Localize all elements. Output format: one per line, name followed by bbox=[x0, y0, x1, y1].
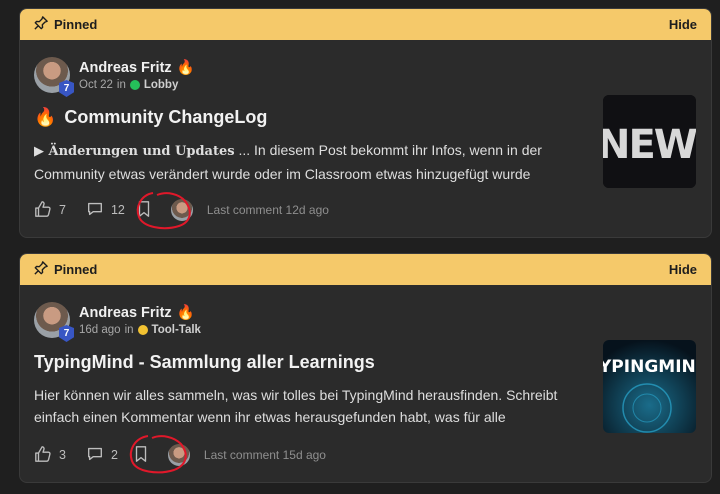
fire-icon: 🔥 bbox=[34, 107, 57, 127]
level-badge: 7 bbox=[59, 80, 74, 97]
post-title[interactable]: 🔥 Community ChangeLog bbox=[34, 107, 267, 128]
last-comment: Last comment 12d ago bbox=[206, 203, 329, 217]
author-name[interactable]: Andreas Fritz bbox=[79, 60, 172, 76]
pinned-bar: Pinned Hide bbox=[20, 254, 711, 285]
post-date: Oct 22 bbox=[79, 79, 113, 91]
post-title-text[interactable]: Community ChangeLog bbox=[64, 107, 267, 128]
post-card[interactable]: Pinned Hide 7 Andreas Fritz 🔥 16d ago in… bbox=[19, 253, 712, 483]
like-button[interactable]: 7 bbox=[34, 200, 66, 221]
avatar[interactable]: 7 bbox=[34, 302, 74, 342]
fire-icon: 🔥 bbox=[176, 305, 195, 321]
post-card[interactable]: Pinned Hide 7 Andreas Fritz 🔥 Oct 22 in … bbox=[19, 8, 712, 238]
excerpt-heading: ▶ Änderungen und Updates bbox=[34, 144, 235, 159]
pin-icon bbox=[34, 16, 48, 33]
comment-icon bbox=[86, 445, 104, 466]
post-thumbnail[interactable]: YPINGMIN bbox=[603, 340, 696, 433]
post-title-text[interactable]: TypingMind - Sammlung aller Learnings bbox=[34, 352, 375, 373]
commenter-avatar[interactable] bbox=[170, 199, 193, 221]
bookmark-icon[interactable] bbox=[135, 200, 153, 221]
avatar[interactable]: 7 bbox=[34, 57, 74, 97]
like-count: 3 bbox=[59, 448, 66, 462]
commenter-avatar[interactable] bbox=[167, 444, 190, 466]
pinned-label: Pinned bbox=[54, 262, 98, 277]
like-count: 7 bbox=[59, 203, 66, 217]
thumbnail-text: NEWS bbox=[603, 122, 696, 168]
post-date: 16d ago bbox=[79, 324, 121, 336]
excerpt-text: Hier können wir alles sammeln, was wir t… bbox=[34, 387, 558, 425]
pinned-label: Pinned bbox=[54, 17, 98, 32]
comment-count: 2 bbox=[110, 448, 118, 462]
comment-count: 12 bbox=[110, 203, 125, 217]
comment-icon bbox=[86, 200, 104, 221]
comment-button[interactable]: 2 bbox=[86, 445, 118, 466]
post-excerpt: ▶ Änderungen und Updates ... In diesem P… bbox=[34, 139, 574, 185]
hide-button[interactable]: Hide bbox=[669, 262, 697, 277]
last-comment: Last comment 15d ago bbox=[203, 448, 326, 462]
thumbs-up-icon bbox=[34, 445, 52, 466]
thumbnail-text: YPINGMIN bbox=[603, 357, 696, 377]
post-excerpt: Hier können wir alles sammeln, was wir t… bbox=[34, 384, 574, 428]
thumbs-up-icon bbox=[34, 200, 52, 221]
level-badge: 7 bbox=[59, 325, 74, 342]
comment-button[interactable]: 12 bbox=[86, 200, 125, 221]
post-thumbnail[interactable]: NEWS bbox=[603, 95, 696, 188]
like-button[interactable]: 3 bbox=[34, 445, 66, 466]
author-name[interactable]: Andreas Fritz bbox=[79, 305, 172, 321]
category-link[interactable]: Tool-Talk bbox=[152, 324, 201, 336]
category-link[interactable]: Lobby bbox=[144, 79, 179, 91]
fire-icon: 🔥 bbox=[176, 60, 195, 76]
hide-button[interactable]: Hide bbox=[669, 17, 697, 32]
category-dot-icon bbox=[129, 80, 140, 90]
in-label: in bbox=[124, 324, 134, 336]
post-title[interactable]: TypingMind - Sammlung aller Learnings bbox=[34, 352, 375, 373]
pin-icon bbox=[34, 261, 48, 278]
bookmark-icon[interactable] bbox=[132, 445, 150, 466]
category-dot-icon bbox=[137, 325, 148, 335]
in-label: in bbox=[116, 79, 126, 91]
pinned-bar: Pinned Hide bbox=[20, 9, 711, 40]
